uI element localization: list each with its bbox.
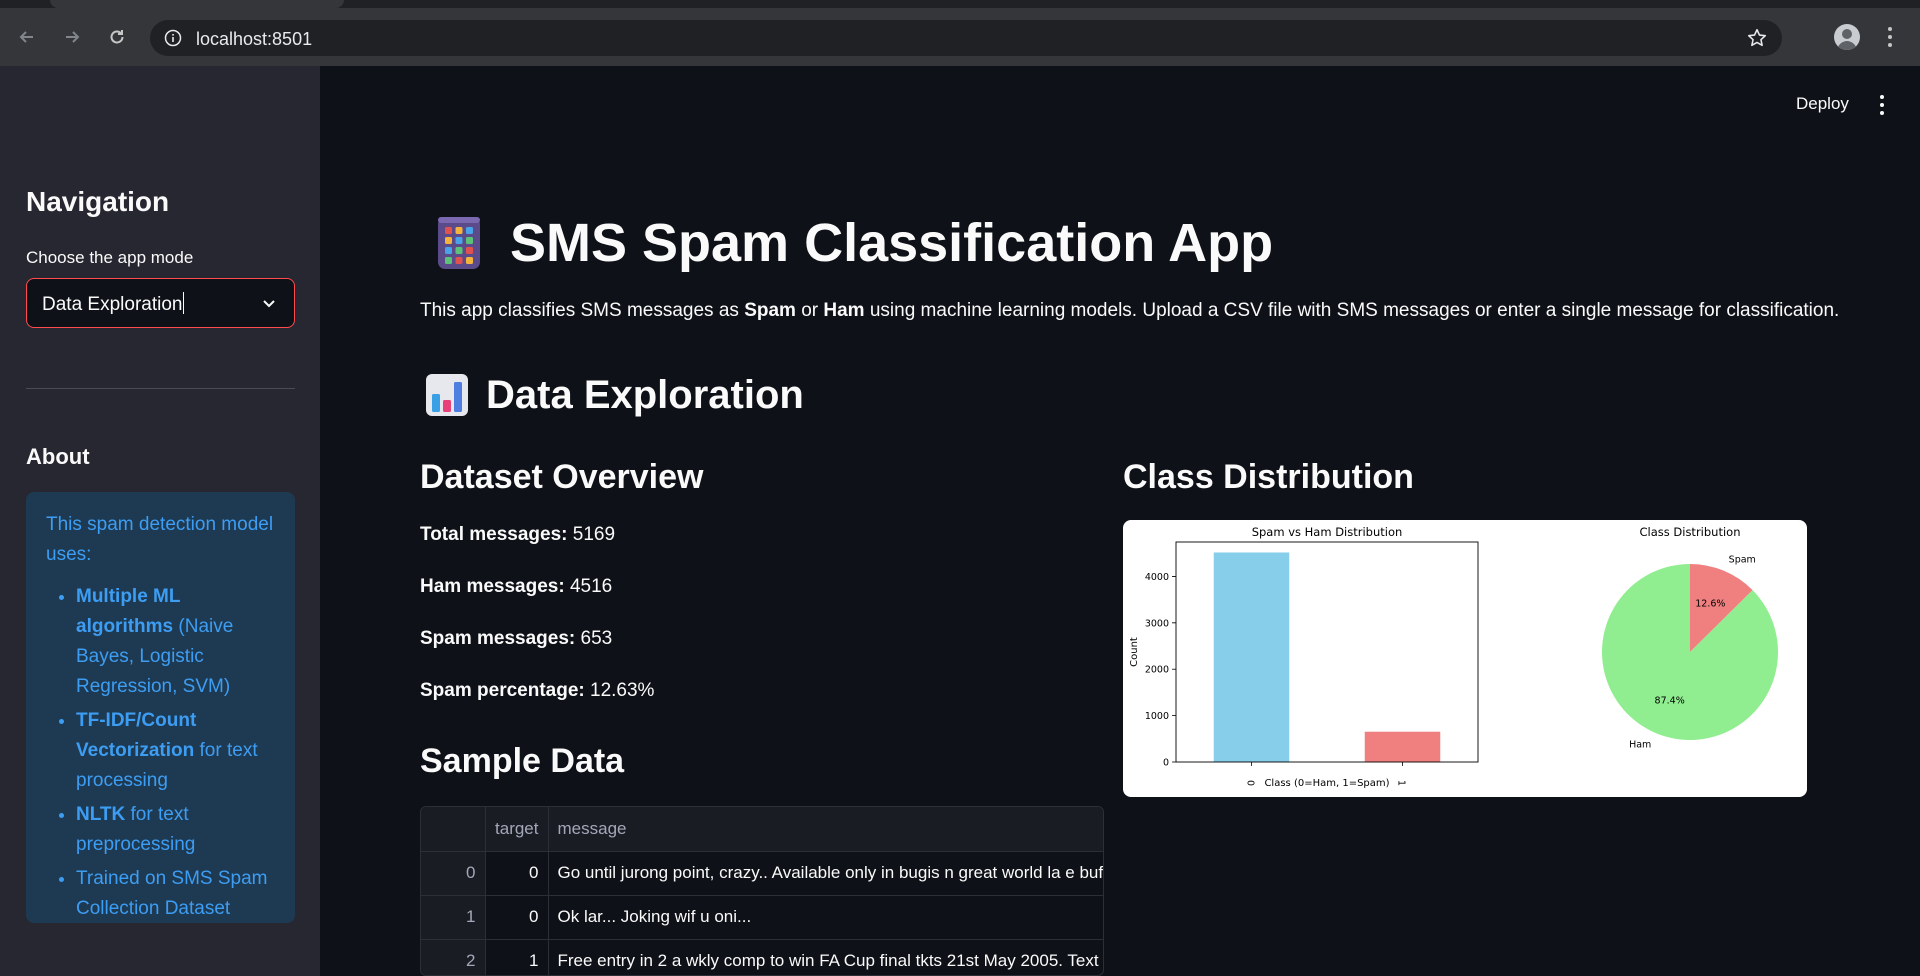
sidebar-title: Navigation xyxy=(26,186,170,217)
column-header-index[interactable] xyxy=(421,807,486,852)
pie-pct-label: 12.6% xyxy=(1695,598,1725,609)
y-tick-label: 4000 xyxy=(1145,572,1169,583)
x-tick-label: 0 xyxy=(1245,780,1256,786)
row-target[interactable]: 1 xyxy=(485,939,549,975)
deploy-button[interactable]: Deploy xyxy=(1796,94,1849,114)
figure-svg: Spam vs Ham Distribution 0 1 0 1000 2000 3000 4… xyxy=(1129,525,1778,789)
bar-chart-ylabel: Count xyxy=(1129,637,1140,667)
table-row[interactable]: 2 1 Free entry in 2 a wkly comp to win F… xyxy=(421,939,1103,975)
column-header-target[interactable]: target xyxy=(485,807,549,852)
bar-chart-xlabel: Class (0=Ham, 1=Spam) xyxy=(1264,778,1389,789)
bar-chart-icon xyxy=(426,374,468,416)
address-bar[interactable]: localhost:8501 xyxy=(150,20,1782,56)
row-target[interactable]: 0 xyxy=(485,895,549,940)
row-index: 0 xyxy=(421,851,486,896)
y-tick-label: 0 xyxy=(1163,758,1169,769)
stat-spam: Spam messages: 653 xyxy=(420,628,613,649)
pie-slice-label: Ham xyxy=(1629,740,1651,751)
browser-menu-icon[interactable] xyxy=(1880,24,1900,50)
section-title: Data Exploration xyxy=(424,372,804,418)
data-exploration-heading: Data Exploration xyxy=(486,372,804,417)
y-tick-label: 1000 xyxy=(1145,711,1169,722)
row-index: 2 xyxy=(421,939,486,975)
site-info-icon[interactable] xyxy=(164,29,182,47)
row-index: 1 xyxy=(421,895,486,940)
about-item: Multiple ML algorithms (Naive Bayes, Log… xyxy=(76,582,275,702)
row-message[interactable]: Go until jurong point, crazy.. Available… xyxy=(548,851,1103,896)
table-row[interactable]: 0 0 Go until jurong point, crazy.. Avail… xyxy=(421,851,1103,896)
stat-spam-percentage: Spam percentage: 12.63% xyxy=(420,680,655,701)
x-tick-label: 1 xyxy=(1396,780,1407,786)
column-header-message[interactable]: message xyxy=(548,807,1103,852)
profile-avatar[interactable] xyxy=(1834,24,1860,50)
table-header-row: target message xyxy=(421,807,1103,852)
table-row[interactable]: 1 0 Ok lar... Joking wif u oni... xyxy=(421,895,1103,940)
app-title: SMS Spam Classification App xyxy=(510,213,1274,273)
back-icon[interactable] xyxy=(12,22,42,52)
calculator-icon xyxy=(438,217,480,269)
bar-chart-title: Spam vs Ham Distribution xyxy=(1252,525,1403,539)
about-item: TF-IDF/Count Vectorization for text proc… xyxy=(76,706,275,796)
y-tick-label: 3000 xyxy=(1145,618,1169,629)
stat-total: Total messages: 5169 xyxy=(420,524,616,545)
row-message[interactable]: Free entry in 2 a wkly comp to win FA Cu… xyxy=(548,939,1103,975)
bar-1 xyxy=(1364,731,1441,762)
app-mode-select[interactable]: Data Exploration xyxy=(26,278,295,328)
tab-strip xyxy=(0,0,1920,8)
row-target[interactable]: 0 xyxy=(485,851,549,896)
bar-0 xyxy=(1213,552,1290,762)
class-distribution-heading: Class Distribution xyxy=(1123,458,1414,496)
sample-data-heading: Sample Data xyxy=(420,742,625,780)
pie-slice-label: Spam xyxy=(1729,554,1756,565)
about-title: About xyxy=(26,444,90,469)
pie-pct-label: 87.4% xyxy=(1655,696,1685,707)
pie-chart-title: Class Distribution xyxy=(1639,525,1740,539)
stat-ham: Ham messages: 4516 xyxy=(420,576,613,597)
intro-text: This app classifies SMS messages as Spam… xyxy=(420,300,1840,321)
about-list: Multiple ML algorithms (Naive Bayes, Log… xyxy=(46,582,275,924)
page-title: SMS Spam Classification App xyxy=(434,212,1273,274)
app-mode-label: Choose the app mode xyxy=(26,248,194,267)
about-info-box: This spam detection model uses: Multiple… xyxy=(26,492,295,923)
row-message[interactable]: Ok lar... Joking wif u oni... xyxy=(548,895,1103,940)
reload-icon[interactable] xyxy=(102,22,132,52)
forward-icon[interactable] xyxy=(57,22,87,52)
sample-data-table[interactable]: target message 0 0 Go until jurong point… xyxy=(420,806,1104,976)
sidebar-divider xyxy=(26,388,295,389)
y-tick-label: 2000 xyxy=(1145,665,1169,676)
app-menu-icon[interactable] xyxy=(1872,94,1892,116)
about-intro: This spam detection model uses: xyxy=(46,514,274,565)
app-mode-value[interactable]: Data Exploration xyxy=(42,292,185,316)
class-distribution-figure: Spam vs Ham Distribution 0 1 0 1000 2000 3000 4… xyxy=(1123,520,1807,797)
url-text[interactable]: localhost:8501 xyxy=(196,29,312,50)
about-item: NLTK for text preprocessing xyxy=(76,800,275,860)
bookmark-star-icon[interactable] xyxy=(1746,27,1768,49)
overview-heading: Dataset Overview xyxy=(420,458,704,496)
chevron-down-icon[interactable] xyxy=(260,294,278,312)
about-item: Trained on SMS Spam Collection Dataset xyxy=(76,864,275,924)
browser-chrome: localhost:8501 xyxy=(0,0,1920,66)
